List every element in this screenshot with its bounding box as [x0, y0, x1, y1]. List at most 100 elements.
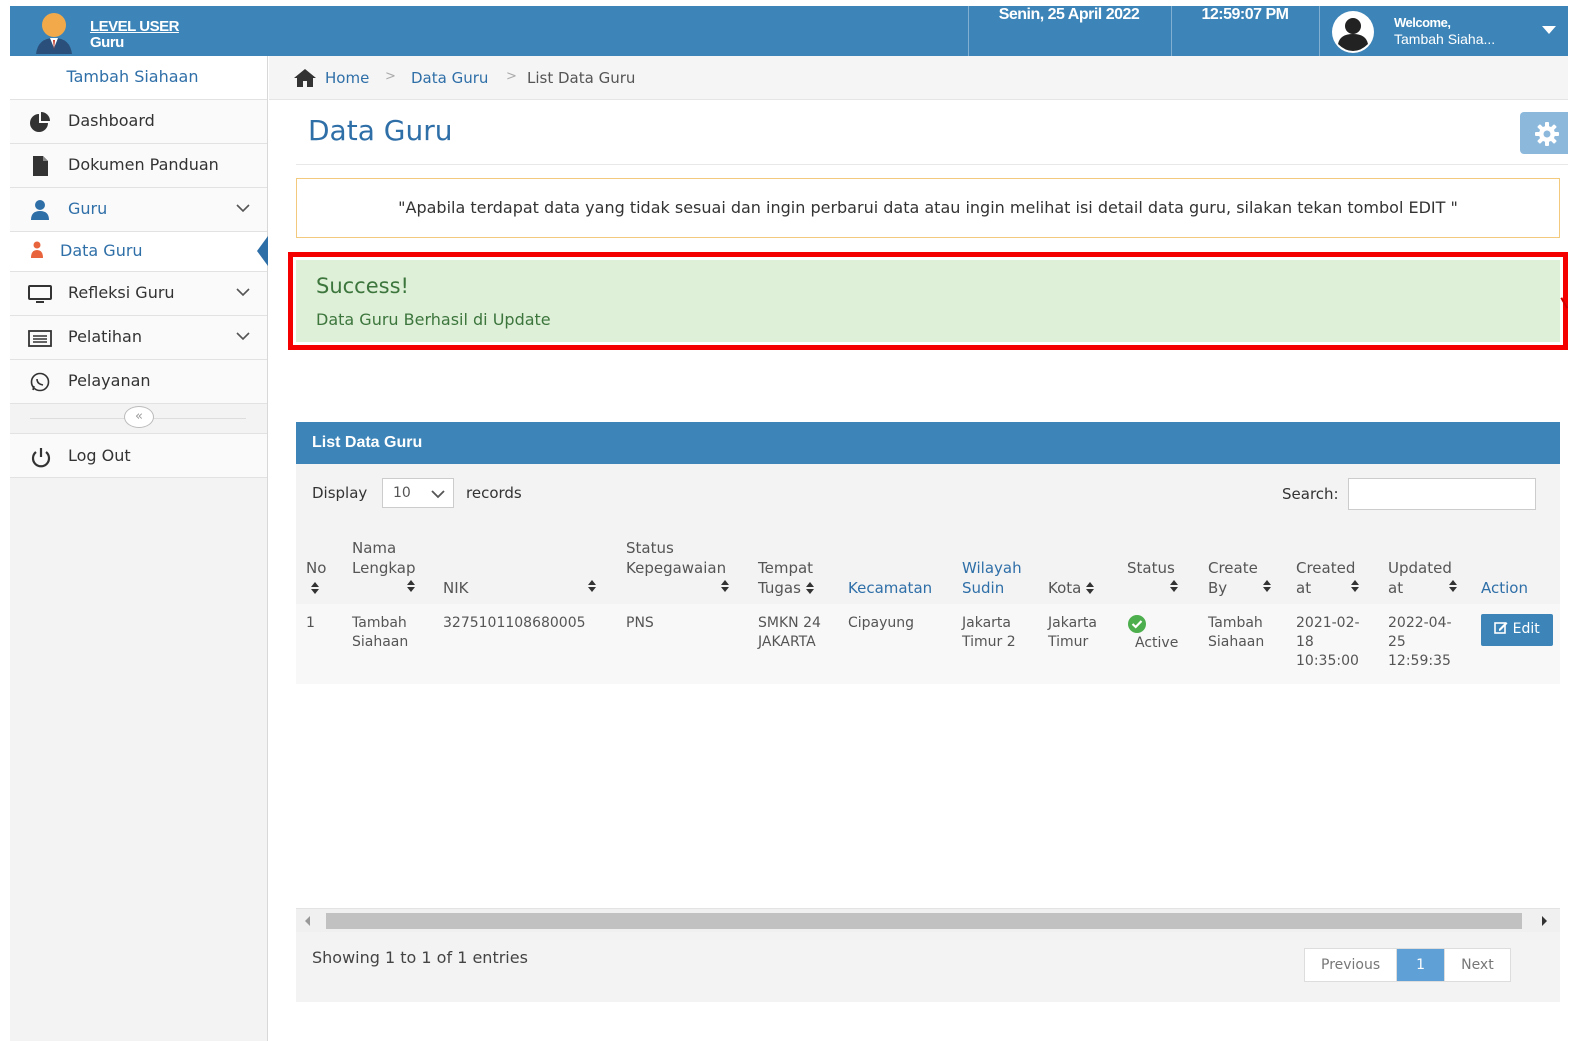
user-name-label: Tambah Siaha...: [1394, 31, 1496, 47]
sidebar-item-guru[interactable]: Guru: [10, 188, 267, 232]
column-label: Action: [1481, 579, 1528, 597]
sidebar-item-refleksi-guru[interactable]: Refleksi Guru: [10, 272, 267, 316]
brand-level-label: LEVEL USER: [90, 18, 179, 35]
column-header-updated-at[interactable]: Updated at: [1378, 528, 1471, 604]
next-page-button[interactable]: Next: [1445, 949, 1510, 981]
horizontal-scrollbar[interactable]: [296, 908, 1560, 932]
table-controls: Display 10 records Search:: [296, 464, 1560, 528]
sort-icon: [406, 580, 416, 594]
highlight-annotation: Success! Data Guru Berhasil di Update: [288, 252, 1568, 350]
sort-icon: [587, 580, 597, 594]
scroll-right-icon[interactable]: [1542, 916, 1547, 926]
chevron-down-icon: [431, 490, 445, 499]
sidebar-item-label: Data Guru: [60, 241, 143, 260]
sort-icon: [1350, 580, 1360, 594]
alert-message: Data Guru Berhasil di Update: [316, 310, 551, 329]
welcome-label: Welcome,: [1394, 15, 1451, 30]
edit-button[interactable]: Edit: [1481, 614, 1553, 646]
scrollbar-thumb[interactable]: [326, 913, 1522, 929]
records-label: records: [466, 484, 522, 502]
column-header-create-by[interactable]: Create By: [1198, 528, 1286, 604]
column-header-status-kepegawaian[interactable]: Status Kepegawaian: [616, 528, 748, 604]
previous-page-button[interactable]: Previous: [1305, 949, 1398, 981]
sidebar-item-label: Pelatihan: [68, 327, 142, 346]
gear-icon: [1535, 122, 1559, 146]
brand-logo-icon: [36, 13, 72, 54]
collapse-sidebar-button[interactable]: «: [124, 406, 154, 428]
search-input[interactable]: [1348, 478, 1536, 510]
breadcrumb-data-guru[interactable]: Data Guru: [411, 69, 488, 87]
logout-item[interactable]: Log Out: [10, 434, 267, 478]
breadcrumb-current: List Data Guru: [527, 69, 636, 87]
brand[interactable]: LEVEL USER Guru: [32, 10, 272, 54]
sidebar-collapse: «: [10, 404, 267, 434]
column-header-no[interactable]: No: [296, 528, 342, 604]
status-text: Active: [1135, 635, 1179, 651]
cell-create-by: Tambah Siahaan: [1198, 604, 1286, 684]
breadcrumb-home[interactable]: Home: [325, 69, 369, 87]
home-icon[interactable]: [293, 68, 317, 88]
notice-box: "Apabila terdapat data yang tidak sesuai…: [296, 178, 1560, 238]
column-label: Create By: [1208, 559, 1258, 597]
pie-chart-icon: [30, 112, 50, 132]
user-icon: [31, 200, 49, 220]
cell-no: 1: [296, 604, 342, 684]
cell-created-at: 2021-02-18 10:35:00: [1286, 604, 1378, 684]
column-label: Kecamatan: [848, 579, 933, 597]
column-label: Created at: [1296, 559, 1356, 597]
table-footer: Showing 1 to 1 of 1 entries Previous 1 N…: [296, 932, 1560, 1002]
sort-icon: [1085, 581, 1095, 596]
panel-title: List Data Guru: [296, 422, 1560, 464]
sidebar-item-pelayanan[interactable]: Pelayanan: [10, 360, 267, 404]
page-1-button[interactable]: 1: [1397, 949, 1446, 981]
column-label: Kota: [1048, 579, 1082, 597]
scroll-left-icon[interactable]: [305, 916, 310, 926]
column-header-status[interactable]: Status: [1117, 528, 1198, 604]
breadcrumb-separator: >: [385, 69, 396, 84]
sidebar-item-label: Dokumen Panduan: [68, 155, 219, 174]
sidebar-item-pelatihan[interactable]: Pelatihan: [10, 316, 267, 360]
data-table: No Nama Lengkap NIK Status Kepegawaian T…: [296, 528, 1560, 684]
sort-icon: [1262, 580, 1272, 594]
list-icon: [28, 330, 52, 347]
column-label: No: [306, 559, 327, 577]
sidebar-item-label: Pelayanan: [68, 371, 151, 390]
table-header-row: No Nama Lengkap NIK Status Kepegawaian T…: [296, 528, 1560, 604]
display-label: Display: [312, 484, 368, 502]
column-label: NIK: [443, 579, 469, 597]
divider: [1319, 6, 1320, 56]
column-header-kota[interactable]: Kota: [1038, 528, 1117, 604]
sidebar-item-dokumen-panduan[interactable]: Dokumen Panduan: [10, 144, 267, 188]
cell-nik: 3275101108680005: [433, 604, 616, 684]
document-icon: [33, 156, 48, 176]
column-label: Status: [1127, 559, 1175, 577]
cell-wilayah: Jakarta Timur 2: [952, 604, 1038, 684]
column-header-kecamatan[interactable]: Kecamatan: [838, 528, 952, 604]
settings-button[interactable]: [1520, 112, 1568, 154]
column-header-tempat-tugas[interactable]: Tempat Tugas: [748, 528, 838, 604]
active-indicator: [257, 236, 268, 266]
check-circle-icon: [1128, 615, 1146, 633]
chevron-down-icon: [236, 204, 250, 213]
breadcrumb-separator: >: [506, 69, 517, 84]
sidebar-item-dashboard[interactable]: Dashboard: [10, 100, 267, 144]
column-label: Nama Lengkap: [352, 539, 416, 577]
alert-title: Success!: [316, 274, 409, 298]
divider: [296, 164, 1568, 165]
chevron-down-icon: [236, 332, 250, 341]
records-per-page-select[interactable]: 10: [382, 478, 454, 508]
column-label: Wilayah Sudin: [962, 559, 1022, 597]
current-time: 12:59:07 PM: [1201, 6, 1290, 23]
sidebar-item-data-guru[interactable]: Data Guru: [10, 232, 268, 272]
column-header-created-at[interactable]: Created at: [1286, 528, 1378, 604]
main-content: Home > Data Guru > List Data Guru Data G…: [269, 56, 1568, 1041]
column-header-wilayah-sudin[interactable]: Wilayah Sudin: [952, 528, 1038, 604]
column-label: Status Kepegawaian: [626, 539, 727, 577]
user-menu[interactable]: Welcome, Tambah Siaha...: [1328, 6, 1568, 56]
sidebar-user-name[interactable]: Tambah Siahaan: [10, 56, 267, 100]
cell-kecamatan: Cipayung: [838, 604, 952, 684]
records-per-page-value: 10: [393, 485, 411, 501]
column-header-nama[interactable]: Nama Lengkap: [342, 528, 433, 604]
column-header-nik[interactable]: NIK: [433, 528, 616, 604]
cell-updated-at: 2022-04-25 12:59:35: [1378, 604, 1471, 684]
